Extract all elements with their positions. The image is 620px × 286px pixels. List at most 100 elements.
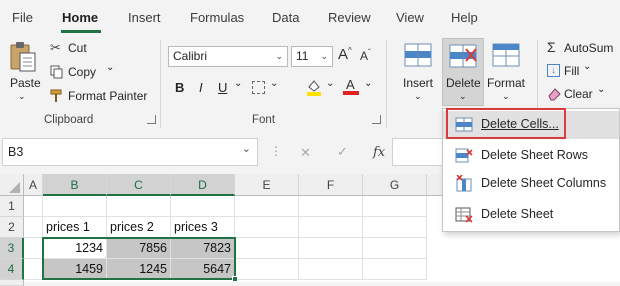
tab-file[interactable]: File <box>12 10 33 25</box>
tab-insert[interactable]: Insert <box>128 10 161 25</box>
font-name-combo[interactable]: Calibri ⌄ <box>168 46 288 67</box>
cell-d2[interactable]: prices 3 <box>171 217 235 238</box>
row-header-2[interactable]: 2 <box>0 217 24 238</box>
active-tab-indicator <box>61 30 101 33</box>
paste-chevron-icon: ⌄ <box>18 91 26 101</box>
menu-item-delete-sheet-rows[interactable]: Delete Sheet Rows <box>443 142 619 170</box>
column-header-c[interactable]: C <box>107 174 171 196</box>
tab-formulas[interactable]: Formulas <box>190 10 244 25</box>
cell-a3[interactable] <box>24 238 43 259</box>
copy-icon <box>50 65 63 79</box>
cell-a4[interactable] <box>24 259 43 280</box>
underline-chevron-icon[interactable]: ⌄ <box>234 78 242 89</box>
delete-columns-icon <box>456 175 472 192</box>
italic-button[interactable]: I <box>199 80 203 95</box>
font-name-value: Calibri <box>173 49 208 63</box>
cell-a2[interactable] <box>24 217 43 238</box>
borders-icon[interactable] <box>252 81 265 94</box>
column-header-b[interactable]: B <box>43 174 107 196</box>
delete-chevron-icon: ⌄ <box>459 91 467 101</box>
increase-font-size-icon[interactable]: A^ <box>338 46 352 63</box>
cell-b1[interactable] <box>43 196 107 217</box>
cut-button[interactable]: ✂ Cut <box>48 40 108 57</box>
font-color-chevron-icon[interactable]: ⌄ <box>364 78 372 89</box>
name-box-value: B3 <box>8 145 24 159</box>
fill-button[interactable]: ↓ Fill ⌄ <box>545 61 620 79</box>
fill-color-chevron-icon[interactable]: ⌄ <box>326 78 334 89</box>
clipboard-launcher-icon[interactable] <box>147 115 156 124</box>
cell-c2[interactable]: prices 2 <box>107 217 171 238</box>
cell-g2[interactable] <box>363 217 427 238</box>
cancel-entry-icon[interactable]: ✕ <box>300 145 311 161</box>
cell-g3[interactable] <box>363 238 427 259</box>
cell-e3[interactable] <box>235 238 299 259</box>
format-painter-label: Format Painter <box>68 89 148 103</box>
autosum-button[interactable]: Σ AutoSum <box>545 39 620 56</box>
copy-button[interactable]: Copy ⌄ <box>48 62 128 80</box>
sigma-icon: Σ <box>547 39 556 55</box>
tab-view[interactable]: View <box>396 10 424 25</box>
name-box[interactable]: B3 ⌄ <box>2 138 258 166</box>
cell-c1[interactable] <box>107 196 171 217</box>
font-size-combo[interactable]: 11 ⌄ <box>291 46 333 67</box>
cell-b2[interactable]: prices 1 <box>43 217 107 238</box>
cell-g4[interactable] <box>363 259 427 280</box>
fill-color-icon[interactable] <box>306 78 322 96</box>
tab-help[interactable]: Help <box>451 10 478 25</box>
column-header-g[interactable]: G <box>363 174 427 196</box>
column-header-e[interactable]: E <box>235 174 299 196</box>
row-header-5[interactable] <box>0 280 24 286</box>
delete-cells-button[interactable]: Delete ⌄ <box>442 38 484 106</box>
cell-f1[interactable] <box>299 196 363 217</box>
cell-g1[interactable] <box>363 196 427 217</box>
menu-item-delete-sheet-columns[interactable]: Delete Sheet Columns <box>443 170 619 198</box>
insert-chevron-icon: ⌄ <box>414 91 422 101</box>
column-header-d[interactable]: D <box>171 174 235 196</box>
paste-button[interactable]: Paste ⌄ <box>6 40 42 104</box>
format-painter-button[interactable]: Format Painter <box>48 88 148 104</box>
menu-item-delete-cells[interactable]: Delete Cells... <box>443 108 619 139</box>
underline-button[interactable]: U <box>218 80 227 95</box>
paste-label: Paste <box>10 76 41 90</box>
name-box-chevron-icon[interactable]: ⌄ <box>242 142 251 155</box>
fill-down-icon: ↓ <box>547 64 560 77</box>
group-separator <box>386 40 387 128</box>
fill-chevron-icon: ⌄ <box>583 61 592 72</box>
insert-cells-button[interactable]: Insert ⌄ <box>396 40 440 104</box>
column-header-a[interactable]: A <box>24 174 43 196</box>
format-cells-button[interactable]: Format ⌄ <box>486 40 530 104</box>
row-header-3[interactable]: 3 <box>0 238 24 259</box>
cell-f2[interactable] <box>299 217 363 238</box>
insert-label: Insert <box>403 76 434 90</box>
row-header-1[interactable]: 1 <box>0 196 24 217</box>
tab-review[interactable]: Review <box>328 10 371 25</box>
delete-sheet-icon <box>455 207 473 223</box>
cell-e2[interactable] <box>235 217 299 238</box>
autosum-label: AutoSum <box>564 41 614 55</box>
tab-data[interactable]: Data <box>272 10 299 25</box>
borders-chevron-icon[interactable]: ⌄ <box>270 78 278 89</box>
select-all-corner[interactable] <box>0 174 24 196</box>
cell-f3[interactable] <box>299 238 363 259</box>
decrease-font-size-icon[interactable]: Aˇ <box>360 48 371 63</box>
cell-a1[interactable] <box>24 196 43 217</box>
column-header-f[interactable]: F <box>299 174 363 196</box>
clear-button[interactable]: Clear ⌄ <box>545 84 620 102</box>
row-header-4[interactable]: 4 <box>0 259 24 280</box>
menu-item-delete-sheet[interactable]: Delete Sheet <box>443 201 619 229</box>
tab-home[interactable]: Home <box>62 10 98 25</box>
bold-button[interactable]: B <box>175 80 184 95</box>
eraser-icon <box>548 88 561 101</box>
cell-d1[interactable] <box>171 196 235 217</box>
highlight-box <box>446 108 566 139</box>
formula-bar-handle-icon[interactable]: ⋮ <box>270 144 282 158</box>
cell-f4[interactable] <box>299 259 363 280</box>
cell-e1[interactable] <box>235 196 299 217</box>
font-color-icon[interactable]: A <box>343 77 359 95</box>
cell-e4[interactable] <box>235 259 299 280</box>
font-launcher-icon[interactable] <box>372 115 381 124</box>
confirm-entry-icon[interactable]: ✓ <box>337 144 348 160</box>
insert-function-icon[interactable]: fx <box>373 145 385 160</box>
fill-handle[interactable] <box>232 276 238 282</box>
format-label: Format <box>487 76 526 90</box>
